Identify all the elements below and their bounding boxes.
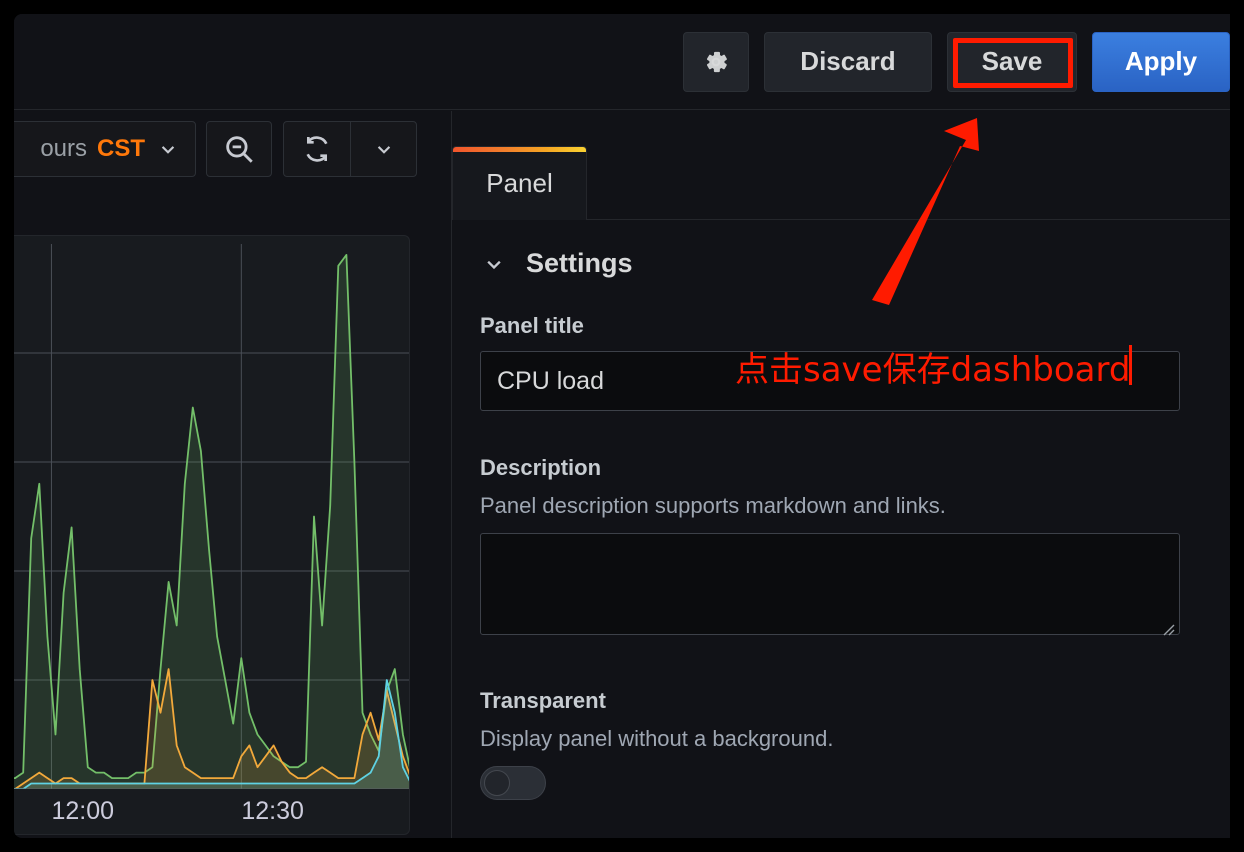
chart-x-axis: 12:00 12:30 <box>14 782 409 826</box>
description-textarea[interactable] <box>480 533 1180 635</box>
refresh-control-group <box>283 121 417 177</box>
options-body: Settings Panel title Description Panel d… <box>452 220 1230 838</box>
timezone-label: CST <box>97 135 145 162</box>
panel-title-label: Panel title <box>480 313 584 338</box>
panel-edit-toolbar: Discard Save Apply <box>14 14 1230 110</box>
refresh-icon <box>306 136 328 162</box>
visualization-preview-panel[interactable]: 12:00 12:30 <box>14 235 410 835</box>
x-axis-tick: 12:30 <box>241 797 304 825</box>
annotation-text-caret <box>1129 345 1132 385</box>
apply-button-label: Apply <box>1124 46 1198 76</box>
save-button-label: Save <box>981 46 1043 76</box>
gear-icon <box>706 51 727 72</box>
chevron-down-icon <box>377 146 390 154</box>
annotation-text: 点击save保存dashboard <box>735 350 1131 390</box>
time-series-chart <box>14 244 409 789</box>
chevron-down-icon <box>487 260 501 269</box>
zoom-out-icon <box>226 136 253 163</box>
apply-button[interactable]: Apply <box>1092 31 1230 92</box>
transparent-toggle[interactable] <box>480 766 546 800</box>
refresh-interval-dropdown[interactable] <box>350 122 416 176</box>
transparent-label: Transparent <box>480 688 606 713</box>
tab-panel[interactable]: Panel <box>452 146 587 220</box>
tab-panel-label: Panel <box>486 168 553 198</box>
transparent-toggle-knob <box>484 770 510 796</box>
discard-button-label: Discard <box>800 46 896 76</box>
save-button[interactable]: Save <box>947 31 1077 92</box>
description-help-text: Panel description supports markdown and … <box>480 493 946 518</box>
grafana-panel-edit-screen: Discard Save Apply ours CST 12:00 12:30 … <box>14 14 1230 838</box>
zoom-out-time-range-button[interactable] <box>206 121 272 177</box>
time-range-text: ours <box>40 135 87 162</box>
settings-section-title: Settings <box>526 248 633 278</box>
chevron-down-icon <box>161 146 175 154</box>
panel-options-pane: Panel Settings Panel title Description P… <box>451 111 1230 838</box>
options-tab-bar: Panel <box>452 146 1230 220</box>
transparent-help-text: Display panel without a background. <box>480 726 834 751</box>
time-range-picker[interactable]: ours CST <box>14 121 196 177</box>
x-axis-tick: 12:00 <box>51 797 114 825</box>
refresh-dashboard-button[interactable] <box>284 122 350 176</box>
discard-button[interactable]: Discard <box>764 31 932 92</box>
panel-settings-gear-button[interactable] <box>683 31 749 92</box>
settings-section-header[interactable]: Settings <box>480 248 1209 279</box>
description-label: Description <box>480 455 602 480</box>
